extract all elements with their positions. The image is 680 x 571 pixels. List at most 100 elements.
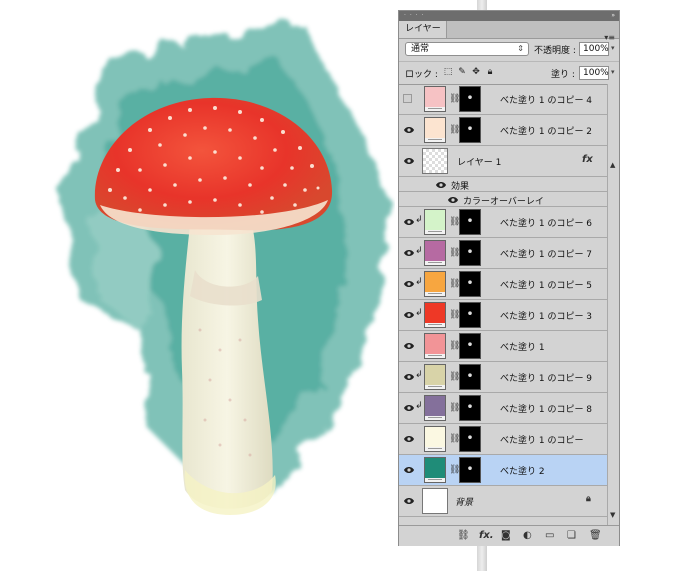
visibility-eye-icon[interactable] (403, 434, 415, 444)
visibility-eye-icon[interactable] (403, 248, 415, 258)
layer-name: べた塗り 1 のコピー 5 (500, 281, 593, 291)
layer-name: 効果 (451, 182, 470, 192)
fill-color-swatch[interactable] (424, 240, 446, 266)
fill-color-swatch[interactable] (424, 426, 446, 452)
clipping-mask-icon: ↲ (415, 277, 423, 287)
layer-mask-thumbnail[interactable] (459, 426, 481, 452)
visibility-eye-icon[interactable] (403, 372, 415, 382)
lock-all-icon[interactable]: 🔒︎ (485, 67, 495, 77)
link-layers-icon[interactable]: ⛓ (457, 530, 470, 541)
lock-image-icon[interactable]: ✎ (457, 67, 467, 77)
visibility-eye-icon[interactable] (403, 341, 415, 351)
fill-color-swatch[interactable] (424, 395, 446, 421)
lock-transparency-icon[interactable]: ⬚ (443, 67, 453, 77)
visibility-toggle-off-icon[interactable] (403, 94, 412, 103)
visibility-eye-icon[interactable] (435, 180, 447, 190)
visibility-eye-icon[interactable] (403, 310, 415, 320)
layer-thumbnail (422, 488, 448, 514)
mushroom-artwork (60, 20, 390, 515)
fill-color-swatch[interactable] (424, 364, 446, 390)
layers-list: ⛓ べた塗り 1 のコピー 4 ⛓ べた塗り 1 のコピー 2 レイヤー 1 fx 効果カラ… (399, 84, 607, 525)
visibility-eye-icon[interactable] (403, 125, 415, 135)
visibility-eye-icon[interactable] (403, 217, 415, 227)
fill-label: 塗り : (551, 70, 575, 80)
fill-color-swatch[interactable] (424, 271, 446, 297)
visibility-eye-icon[interactable] (403, 156, 415, 166)
scroll-down-icon[interactable]: ▼ (610, 511, 615, 519)
layer-effects-icon[interactable]: fx (582, 154, 593, 165)
panel-titlebar[interactable]: · · · · » (399, 11, 619, 21)
layer-row[interactable]: ⛓ べた塗り 1 のコピー (399, 424, 607, 455)
layer-row[interactable]: 効果 (399, 177, 607, 192)
fill-field[interactable]: 100% (579, 66, 609, 80)
layer-row[interactable]: ↲ ⛓ べた塗り 1 のコピー 7 (399, 238, 607, 269)
delete-layer-icon[interactable]: 🗑︎ (589, 530, 602, 541)
layer-name: べた塗り 2 (500, 467, 545, 477)
adjustment-layer-icon[interactable]: ◐ (523, 530, 532, 541)
layer-name: べた塗り 1 のコピー 2 (500, 127, 593, 137)
layer-row[interactable]: ↲ ⛓ べた塗り 1 のコピー 9 (399, 362, 607, 393)
add-mask-icon[interactable]: ◙ (501, 530, 511, 541)
opacity-field[interactable]: 100% (579, 42, 609, 56)
panel-grip-icon[interactable]: · · · · (404, 13, 424, 19)
layer-row[interactable]: ↲ ⛓ べた塗り 1 のコピー 8 (399, 393, 607, 424)
layer-mask-thumbnail[interactable] (459, 209, 481, 235)
layer-row[interactable]: ⛓ べた塗り 1 のコピー 2 (399, 115, 607, 146)
layer-row[interactable]: ↲ ⛓ べた塗り 1 のコピー 3 (399, 300, 607, 331)
layer-row[interactable]: カラーオーバーレイ (399, 192, 607, 207)
layer-name: べた塗り 1 のコピー 9 (500, 374, 593, 384)
blend-mode-select[interactable]: 通常 ⇕ (405, 42, 529, 56)
layer-thumbnail (422, 148, 448, 174)
layer-name: べた塗り 1 のコピー 3 (500, 312, 593, 322)
layer-mask-thumbnail[interactable] (459, 117, 481, 143)
clipping-mask-icon: ↲ (415, 215, 423, 225)
new-group-icon[interactable]: ▭ (545, 530, 554, 541)
layer-mask-thumbnail[interactable] (459, 271, 481, 297)
visibility-eye-icon[interactable] (403, 496, 415, 506)
layer-name: べた塗り 1 のコピー (500, 436, 584, 446)
layer-row[interactable]: 背景 🔒︎ (399, 486, 607, 517)
layer-lock-icon: 🔒︎ (586, 494, 591, 504)
layer-mask-thumbnail[interactable] (459, 86, 481, 112)
fill-color-swatch[interactable] (424, 302, 446, 328)
visibility-eye-icon[interactable] (403, 465, 415, 475)
layer-mask-thumbnail[interactable] (459, 395, 481, 421)
layer-mask-thumbnail[interactable] (459, 364, 481, 390)
layer-row[interactable]: ⛓ べた塗り 1 (399, 331, 607, 362)
layer-row[interactable]: ↲ ⛓ べた塗り 1 のコピー 5 (399, 269, 607, 300)
layer-mask-thumbnail[interactable] (459, 302, 481, 328)
fill-color-swatch[interactable] (424, 209, 446, 235)
opacity-slider-arrow-icon[interactable]: ▾ (611, 44, 615, 52)
layer-name: べた塗り 1 のコピー 6 (500, 219, 593, 229)
layer-row[interactable]: ↲ ⛓ べた塗り 1 のコピー 6 (399, 207, 607, 238)
layers-scrollbar[interactable]: ▲ ▼ (607, 84, 619, 525)
clipping-mask-icon: ↲ (415, 308, 423, 318)
layer-row[interactable]: レイヤー 1 fx (399, 146, 607, 177)
clipping-mask-icon: ↲ (415, 370, 423, 380)
fill-color-swatch[interactable] (424, 457, 446, 483)
scroll-up-icon[interactable]: ▲ (610, 161, 615, 169)
fill-color-swatch[interactable] (424, 333, 446, 359)
layers-panel: · · · · » レイヤー ▾≡ 通常 ⇕ 不透明度 : 100% ▾ ロック… (398, 10, 620, 546)
visibility-eye-icon[interactable] (447, 195, 459, 205)
fx-icon[interactable]: fx. (479, 530, 494, 541)
fill-color-swatch[interactable] (424, 117, 446, 143)
layer-name: べた塗り 1 のコピー 4 (500, 96, 593, 106)
fill-slider-arrow-icon[interactable]: ▾ (611, 68, 615, 76)
new-layer-icon[interactable]: ❏ (567, 530, 576, 541)
lock-position-icon[interactable]: ✥ (471, 67, 481, 77)
layer-name: べた塗り 1 のコピー 7 (500, 250, 593, 260)
layer-row[interactable]: ⛓ べた塗り 1 のコピー 4 (399, 84, 607, 115)
layer-name: べた塗り 1 (500, 343, 545, 353)
tab-layers[interactable]: レイヤー (399, 21, 447, 38)
layer-name: カラーオーバーレイ (463, 197, 544, 207)
fill-color-swatch[interactable] (424, 86, 446, 112)
layer-mask-thumbnail[interactable] (459, 240, 481, 266)
collapse-panel-icon[interactable]: » (611, 12, 615, 19)
visibility-eye-icon[interactable] (403, 279, 415, 289)
layer-mask-thumbnail[interactable] (459, 457, 481, 483)
visibility-eye-icon[interactable] (403, 403, 415, 413)
layer-row[interactable]: ⛓ べた塗り 2 (399, 455, 607, 486)
blend-mode-value: 通常 (411, 44, 430, 54)
layer-mask-thumbnail[interactable] (459, 333, 481, 359)
